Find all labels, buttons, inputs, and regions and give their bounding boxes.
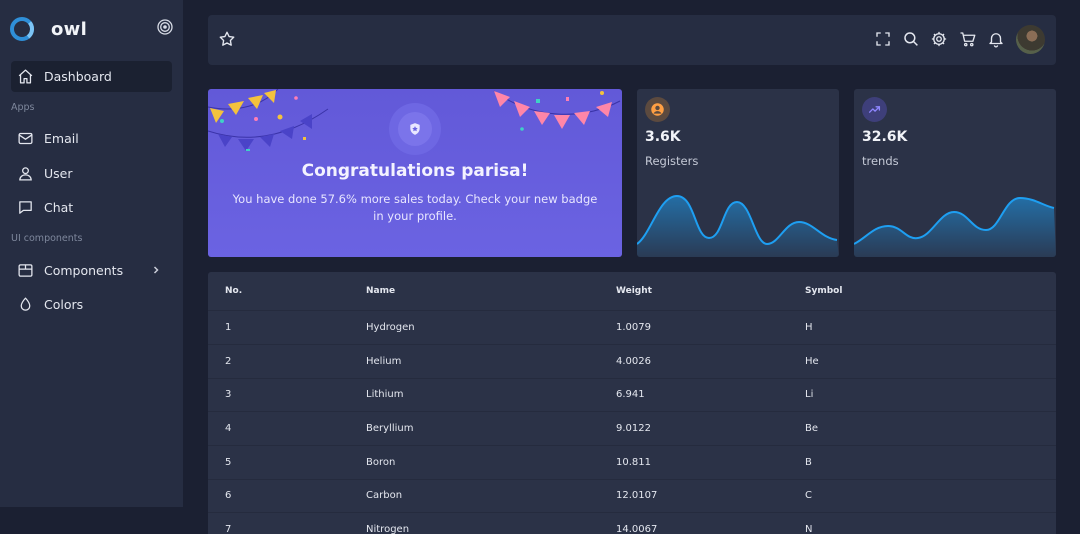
cell-weight: 10.811 [616, 457, 651, 468]
cell-name: Beryllium [366, 423, 414, 434]
table-row[interactable]: 7 Nitrogen 14.0067 N [208, 513, 1056, 534]
cell-symbol: H [805, 322, 813, 333]
badge-icon-circle [389, 103, 441, 155]
column-header-name[interactable]: Name [366, 272, 395, 310]
user-icon [19, 167, 32, 181]
fullscreen-icon[interactable] [874, 30, 892, 48]
cell-symbol: Li [805, 389, 814, 400]
table-row[interactable]: 2 Helium 4.0026 He [208, 345, 1056, 379]
sidebar-item-label: Colors [44, 297, 84, 312]
bell-icon[interactable] [987, 30, 1005, 48]
congratulations-title: Congratulations parisa! [301, 161, 529, 181]
cell-name: Boron [366, 457, 396, 468]
section-label-apps: Apps [11, 102, 35, 113]
stat-value: 32.6K [862, 129, 908, 145]
cell-no: 2 [225, 356, 232, 367]
sidebar-item-label: User [44, 166, 73, 181]
table-row[interactable]: 3 Lithium 6.941 Li [208, 378, 1056, 412]
table-header-row: No. Name Weight Symbol [208, 272, 1056, 311]
owl-logo-icon [10, 17, 34, 41]
stat-label: Registers [645, 154, 699, 168]
shield-star-icon [410, 123, 420, 135]
mail-icon [18, 132, 33, 145]
chevron-right-icon [153, 266, 159, 274]
cell-no: 3 [225, 389, 232, 400]
search-icon[interactable] [902, 30, 920, 48]
droplet-icon [20, 297, 31, 311]
sidebar-item-colors[interactable]: Colors [11, 289, 172, 320]
elements-table: No. Name Weight Symbol 1 Hydrogen 1.0079… [208, 272, 1056, 534]
cell-symbol: C [805, 490, 812, 501]
table-row[interactable]: 5 Boron 10.811 B [208, 446, 1056, 480]
cell-symbol: N [805, 524, 813, 534]
table-row[interactable]: 6 Carbon 12.0107 C [208, 479, 1056, 513]
cell-weight: 4.0026 [616, 356, 651, 367]
sidebar-item-dashboard[interactable]: Dashboard [11, 61, 172, 92]
cell-name: Helium [366, 356, 402, 367]
brand[interactable]: owl [10, 16, 87, 42]
cell-name: Carbon [366, 490, 403, 501]
cell-no: 6 [225, 490, 232, 501]
stat-value: 3.6K [645, 129, 681, 145]
target-icon[interactable] [157, 19, 173, 35]
cell-weight: 14.0067 [616, 524, 658, 534]
cell-weight: 1.0079 [616, 322, 651, 333]
trending-up-icon [862, 97, 887, 122]
package-icon [18, 264, 33, 277]
congratulations-card: Congratulations parisa! You have done 57… [208, 89, 622, 257]
stat-card-trends: 32.6K trends [854, 89, 1056, 257]
user-circle-icon [645, 97, 670, 122]
app-name: owl [51, 18, 88, 40]
sidebar: owl Dashboard Apps Email User Chat UI co… [0, 0, 183, 507]
cell-no: 7 [225, 524, 232, 534]
stat-label: trends [862, 154, 899, 168]
cell-name: Hydrogen [366, 322, 415, 333]
column-header-weight[interactable]: Weight [616, 272, 652, 310]
column-header-no[interactable]: No. [225, 272, 242, 310]
cart-icon[interactable] [959, 30, 977, 48]
cell-symbol: B [805, 457, 812, 468]
home-icon [18, 69, 33, 84]
cell-no: 1 [225, 322, 232, 333]
sidebar-item-user[interactable]: User [11, 158, 172, 189]
avatar[interactable] [1016, 25, 1045, 54]
trends-area-chart [854, 196, 1056, 257]
chat-icon [19, 201, 32, 214]
cell-weight: 12.0107 [616, 490, 658, 501]
cell-no: 4 [225, 423, 232, 434]
sidebar-item-email[interactable]: Email [11, 123, 172, 154]
sidebar-item-label: Dashboard [44, 69, 112, 84]
sidebar-item-components[interactable]: Components [11, 255, 172, 286]
congratulations-text: You have done 57.6% more sales today. Ch… [232, 192, 598, 223]
sidebar-item-label: Email [44, 131, 79, 146]
sidebar-item-chat[interactable]: Chat [11, 192, 172, 223]
sidebar-item-label: Chat [44, 200, 74, 215]
cell-no: 5 [225, 457, 232, 468]
cell-symbol: Be [805, 423, 819, 434]
cell-weight: 6.941 [616, 389, 645, 400]
registers-area-chart [637, 194, 839, 257]
section-label-ui-components: UI components [11, 233, 83, 244]
cell-symbol: He [805, 356, 819, 367]
settings-icon[interactable] [930, 30, 948, 48]
table-row[interactable]: 1 Hydrogen 1.0079 H [208, 311, 1056, 345]
star-icon[interactable] [218, 30, 236, 48]
sidebar-item-label: Components [44, 263, 124, 278]
top-header [208, 15, 1056, 65]
cell-name: Nitrogen [366, 524, 410, 534]
cell-name: Lithium [366, 389, 404, 400]
confetti-right-decoration [493, 90, 621, 131]
stat-card-registers: 3.6K Registers [637, 89, 839, 257]
cell-weight: 9.0122 [616, 423, 651, 434]
table-row[interactable]: 4 Beryllium 9.0122 Be [208, 412, 1056, 446]
column-header-symbol[interactable]: Symbol [805, 272, 842, 310]
